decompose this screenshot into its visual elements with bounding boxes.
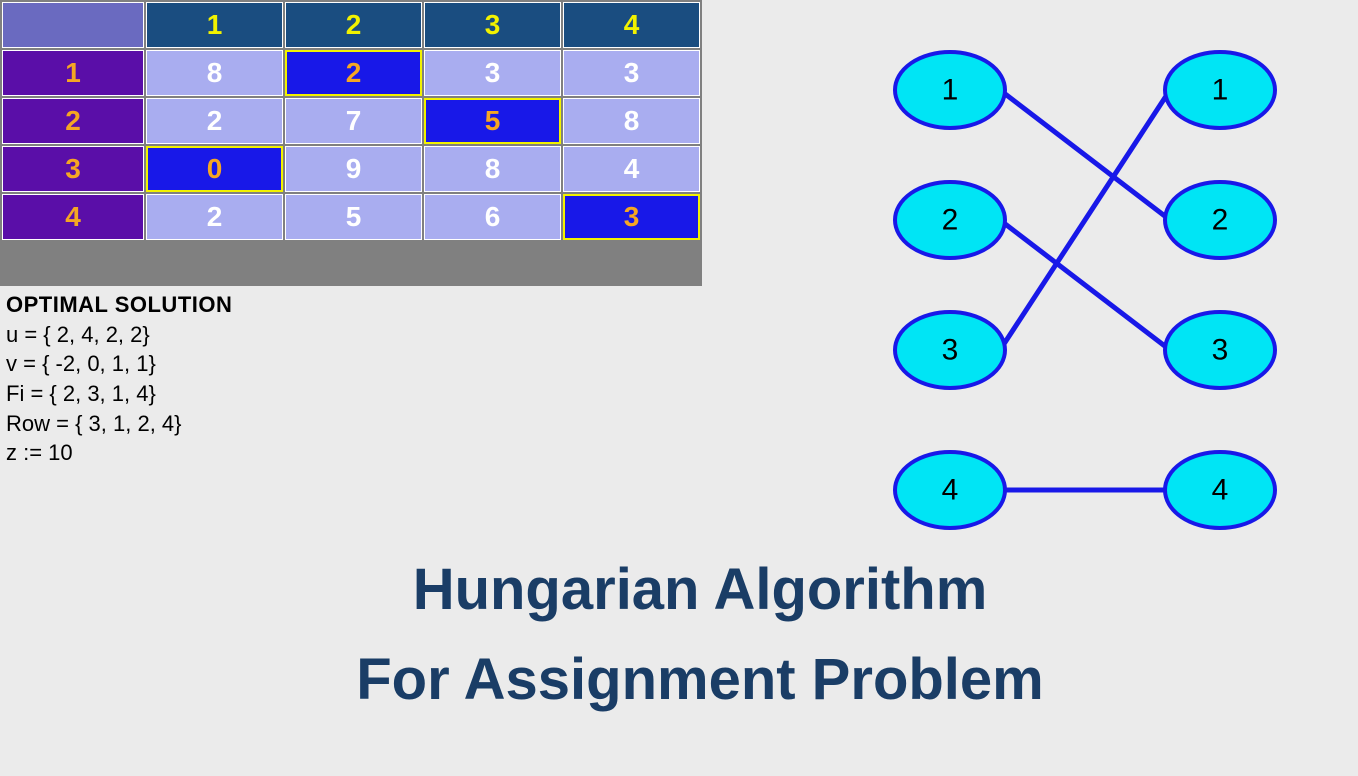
- svg-text:1: 1: [942, 74, 959, 107]
- right-node-4: 4: [1165, 452, 1275, 528]
- solution-line-fi: Fi = { 2, 3, 1, 4}: [6, 379, 232, 409]
- solution-line-v: v = { -2, 0, 1, 1}: [6, 349, 232, 379]
- col-header-4: 4: [563, 2, 700, 48]
- cell-1-4: 3: [563, 50, 700, 96]
- row-header-3: 3: [2, 146, 144, 192]
- svg-text:3: 3: [1212, 334, 1229, 367]
- svg-text:2: 2: [1212, 204, 1229, 237]
- cell-2-3: 5: [424, 98, 561, 144]
- cell-1-1: 8: [146, 50, 283, 96]
- row-header-2: 2: [2, 98, 144, 144]
- row-header-1: 1: [2, 50, 144, 96]
- cell-4-1: 2: [146, 194, 283, 240]
- cell-3-4: 4: [563, 146, 700, 192]
- right-node-2: 2: [1165, 182, 1275, 258]
- solution-line-z: z := 10: [6, 438, 232, 468]
- right-node-3: 3: [1165, 312, 1275, 388]
- edge-2-3: [1000, 220, 1170, 350]
- title-line-2: For Assignment Problem: [150, 635, 1250, 725]
- cell-4-4: 3: [563, 194, 700, 240]
- solution-line-u: u = { 2, 4, 2, 2}: [6, 320, 232, 350]
- page-title: Hungarian Algorithm For Assignment Probl…: [150, 545, 1250, 725]
- cost-matrix-table: 1 2 3 4 1 8 2 3 3 2 2 7 5 8 3 0 9 8 4 4: [0, 0, 702, 286]
- cell-1-3: 3: [424, 50, 561, 96]
- cost-matrix: 1 2 3 4 1 8 2 3 3 2 2 7 5 8 3 0 9 8 4 4: [0, 0, 702, 286]
- solution-title: OPTIMAL SOLUTION: [6, 290, 232, 320]
- cell-4-3: 6: [424, 194, 561, 240]
- cell-2-4: 8: [563, 98, 700, 144]
- svg-text:4: 4: [1212, 474, 1229, 507]
- svg-text:2: 2: [942, 204, 959, 237]
- solution-panel: OPTIMAL SOLUTION u = { 2, 4, 2, 2} v = {…: [6, 290, 232, 468]
- svg-text:3: 3: [942, 334, 959, 367]
- matrix-footer: [2, 242, 700, 284]
- bipartite-graph: 1 2 3 4 1 2 3 4: [870, 30, 1300, 550]
- left-node-1: 1: [895, 52, 1005, 128]
- cell-4-2: 5: [285, 194, 422, 240]
- edge-3-1: [1000, 90, 1170, 350]
- solution-line-row: Row = { 3, 1, 2, 4}: [6, 409, 232, 439]
- row-header-4: 4: [2, 194, 144, 240]
- edge-1-2: [1000, 90, 1170, 220]
- col-header-3: 3: [424, 2, 561, 48]
- title-line-1: Hungarian Algorithm: [150, 545, 1250, 635]
- right-node-1: 1: [1165, 52, 1275, 128]
- left-node-2: 2: [895, 182, 1005, 258]
- cell-2-2: 7: [285, 98, 422, 144]
- col-header-1: 1: [146, 2, 283, 48]
- svg-text:4: 4: [942, 474, 959, 507]
- cell-2-1: 2: [146, 98, 283, 144]
- cell-3-2: 9: [285, 146, 422, 192]
- cell-3-1: 0: [146, 146, 283, 192]
- svg-text:1: 1: [1212, 74, 1229, 107]
- cell-3-3: 8: [424, 146, 561, 192]
- matrix-corner-cell: [2, 2, 144, 48]
- cell-1-2: 2: [285, 50, 422, 96]
- left-node-3: 3: [895, 312, 1005, 388]
- col-header-2: 2: [285, 2, 422, 48]
- left-node-4: 4: [895, 452, 1005, 528]
